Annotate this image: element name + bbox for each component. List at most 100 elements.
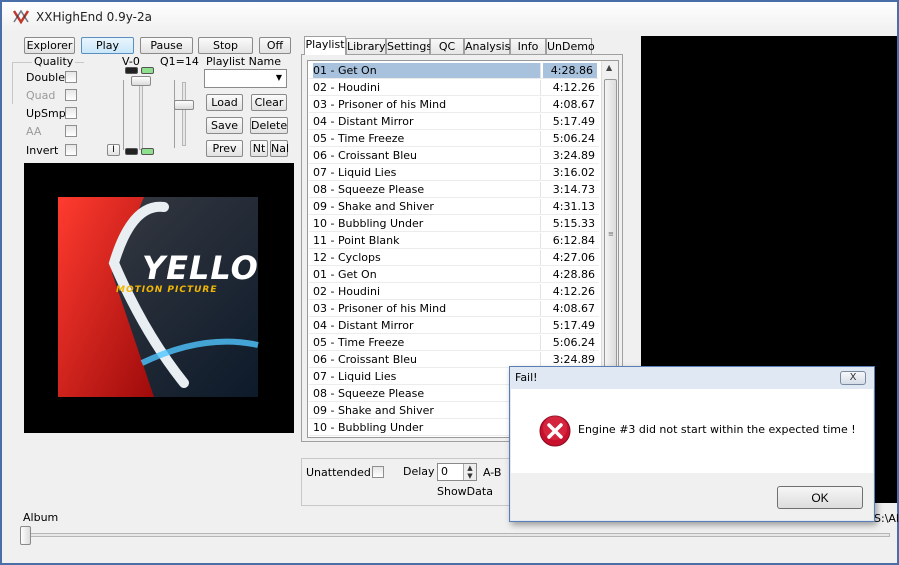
save-button[interactable]: Save <box>206 117 243 134</box>
spinner-arrows-icon[interactable]: ▲ ▼ <box>463 464 476 480</box>
quality-title: Quality <box>32 55 76 68</box>
track-duration: 4:08.67 <box>552 98 595 111</box>
volume-slider-thumb[interactable] <box>131 76 151 86</box>
playlist-name-label: Playlist Name <box>206 55 282 68</box>
track-duration: 3:16.02 <box>552 166 595 179</box>
playlist-scrollbar-thumb[interactable]: ≡ <box>604 79 617 397</box>
q-label: Q1=14 <box>160 55 199 68</box>
v-led-top <box>125 67 138 74</box>
playlist-row[interactable]: 03 - Prisoner of his Mind 4:08.67 <box>309 96 599 113</box>
off-button[interactable]: Off <box>259 37 291 54</box>
album-title-text: MOTION PICTURE <box>116 285 218 295</box>
track-name: 01 - Get On <box>313 63 541 78</box>
track-duration: 4:12.26 <box>552 81 595 94</box>
tab-undemo[interactable]: UnDemo <box>546 38 595 54</box>
stop-button[interactable]: Stop <box>198 37 253 54</box>
track-duration: 4:08.67 <box>552 302 595 315</box>
album-slider-track[interactable] <box>24 533 890 537</box>
track-name: 01 - Get On <box>313 267 541 282</box>
track-duration: 4:31.13 <box>552 200 595 213</box>
tab-info[interactable]: Info <box>510 38 546 54</box>
tab-library[interactable]: Library <box>346 38 386 54</box>
track-duration: 4:28.86 <box>543 63 597 78</box>
playlist-row[interactable]: 02 - Houdini 4:12.26 <box>309 79 599 96</box>
upsmp-label: UpSmp <box>26 107 66 120</box>
i-button[interactable]: I <box>107 144 120 156</box>
load-button[interactable]: Load <box>206 94 243 111</box>
ab-label: A-B <box>483 466 502 479</box>
delay-spinner[interactable]: 0 ▲ ▼ <box>437 463 477 481</box>
volume-slider-track[interactable] <box>139 78 143 150</box>
upsmp-checkbox[interactable] <box>65 107 77 119</box>
track-duration: 3:24.89 <box>552 353 595 366</box>
track-duration: 3:14.73 <box>552 183 595 196</box>
ok-button[interactable]: OK <box>777 486 863 509</box>
album-artist-text: YELLO <box>142 249 259 287</box>
delay-label: Delay <box>403 465 435 478</box>
aa-checkbox[interactable] <box>65 125 77 137</box>
quad-checkbox[interactable] <box>65 89 77 101</box>
unattended-label: Unattended <box>306 466 371 479</box>
v-led-bottom <box>125 148 138 155</box>
album-art: YELLO MOTION PICTURE <box>24 163 294 433</box>
dialog-message: Engine #3 did not start within the expec… <box>578 423 856 436</box>
scroll-up-icon[interactable]: ▲ <box>606 63 612 72</box>
album-cover-image <box>58 197 259 397</box>
playlist-row[interactable]: 02 - Houdini 4:12.26 <box>309 283 599 300</box>
playlist-row[interactable]: 05 - Time Freeze 5:06.24 <box>309 334 599 351</box>
track-duration: 4:28.86 <box>552 268 595 281</box>
track-duration: 5:17.49 <box>552 115 595 128</box>
q-slider-track[interactable] <box>182 82 186 146</box>
tab-settings[interactable]: Settings <box>386 38 432 54</box>
invert-label: Invert <box>26 144 59 157</box>
playlist-row[interactable]: 05 - Time Freeze 5:06.24 <box>309 130 599 147</box>
tab-qc[interactable]: QC <box>430 38 464 54</box>
track-name: 10 - Bubbling Under <box>313 216 541 231</box>
unattended-checkbox[interactable] <box>372 466 384 478</box>
tab-playlist[interactable]: Playlist <box>304 36 346 55</box>
grip-icon: ≡ <box>608 230 614 238</box>
q-slider-thumb[interactable] <box>174 100 194 110</box>
playlist-row[interactable]: 06 - Croissant Bleu 3:24.89 <box>309 147 599 164</box>
track-duration: 5:15.33 <box>552 217 595 230</box>
playlist-row[interactable]: 03 - Prisoner of his Mind 4:08.67 <box>309 300 599 317</box>
track-name: 02 - Houdini <box>313 284 541 299</box>
clear-button[interactable]: Clear <box>251 94 287 111</box>
pause-button[interactable]: Pause <box>140 37 193 54</box>
playlist-row[interactable]: 10 - Bubbling Under 5:15.33 <box>309 215 599 232</box>
prev-button[interactable]: Prev <box>206 140 243 157</box>
dialog-close-button[interactable]: X <box>840 371 866 385</box>
playlist-row[interactable]: 09 - Shake and Shiver 4:31.13 <box>309 198 599 215</box>
playlist-row[interactable]: 04 - Distant Mirror 5:17.49 <box>309 317 599 334</box>
track-name: 09 - Shake and Shiver <box>313 199 541 214</box>
album-slider-thumb[interactable] <box>20 526 31 545</box>
track-name: 04 - Distant Mirror <box>313 114 541 129</box>
title-bar: XXHighEnd 0.9y-2a <box>2 2 897 32</box>
playlist-row[interactable]: 12 - Cyclops 4:27.06 <box>309 249 599 266</box>
playlist-name-dropdown[interactable]: ▼ <box>204 69 287 88</box>
double-checkbox[interactable] <box>65 71 77 83</box>
double-label: Double <box>26 71 65 84</box>
dialog-body: Engine #3 did not start within the expec… <box>511 389 873 473</box>
delete-button[interactable]: Delete <box>250 117 288 134</box>
explorer-button[interactable]: Explorer <box>24 37 75 54</box>
nal-button[interactable]: Nal <box>270 140 289 157</box>
playlist-row[interactable]: 04 - Distant Mirror 5:17.49 <box>309 113 599 130</box>
playlist-row[interactable]: 01 - Get On 4:28.86 <box>309 62 599 79</box>
invert-checkbox[interactable] <box>65 144 77 156</box>
tab-analysis[interactable]: Analysis <box>464 38 510 54</box>
track-name: 07 - Liquid Lies <box>313 369 541 384</box>
track-duration: 5:06.24 <box>552 336 595 349</box>
chevron-down-icon: ▼ <box>275 73 282 82</box>
error-dialog: Fail! X Engine #3 did not start within t… <box>509 366 875 522</box>
playlist-row[interactable]: 07 - Liquid Lies 3:16.02 <box>309 164 599 181</box>
dialog-title: Fail! <box>515 371 538 384</box>
nt-button[interactable]: Nt <box>250 140 268 157</box>
dialog-footer: OK <box>511 473 873 520</box>
track-duration: 4:12.26 <box>552 285 595 298</box>
playlist-row[interactable]: 01 - Get On 4:28.86 <box>309 266 599 283</box>
playlist-row[interactable]: 11 - Point Blank 6:12.84 <box>309 232 599 249</box>
play-button[interactable]: Play <box>81 37 134 54</box>
track-name: 02 - Houdini <box>313 80 541 95</box>
playlist-row[interactable]: 08 - Squeeze Please 3:14.73 <box>309 181 599 198</box>
